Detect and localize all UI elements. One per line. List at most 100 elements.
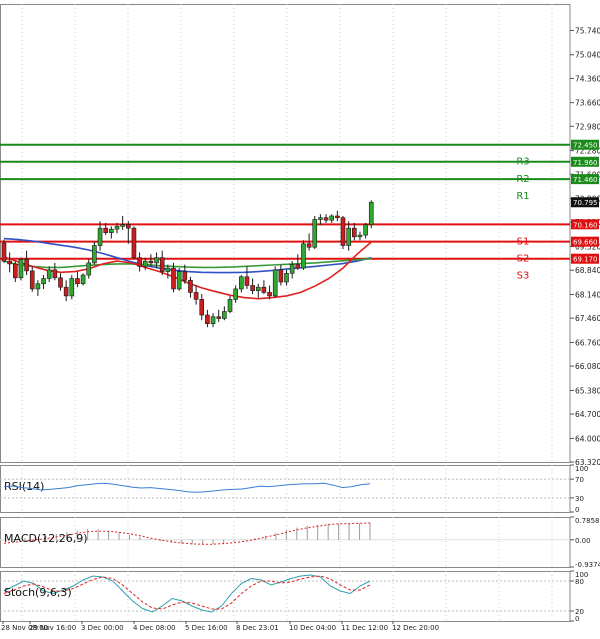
candle-body [103,227,108,233]
x-axis-label: 8 Dec 23:01 [236,624,279,632]
candle-body [250,285,255,291]
chart-root: 75.74075.04074.36073.66072.98072.28071.6… [0,0,600,635]
stoch-tick-label: 0 [575,615,579,623]
price-tick-label: 65.380 [575,386,600,395]
candle-body [13,263,18,279]
candle-body [159,257,165,272]
rsi-panel-frame [0,465,571,513]
candle-body [154,257,159,264]
x-axis-label: 3 Dec 00:00 [81,624,124,632]
candle-body [357,234,363,238]
candle-body [323,217,329,221]
moving-average-red [3,241,372,300]
candle-body [148,260,154,264]
x-axis-label: 4 Dec 08:00 [133,624,176,632]
candle-body [346,227,351,246]
price-tick-label: 75.740 [575,26,600,35]
candle-body [312,219,318,248]
candle-body [284,273,289,283]
price-tick-label: 73.660 [575,99,600,108]
candle-body [52,269,58,279]
candle-body [261,286,267,293]
level-price-label-s1: 70.160 [573,221,598,229]
candle-body [199,299,205,316]
candle-body [1,242,7,262]
macd-title: MACD(12,26,9) [4,532,88,545]
candle-body [109,228,114,233]
candle-body [114,226,120,230]
candle-body [301,243,306,269]
level-name-s3: S3 [517,271,530,282]
x-axis-label: 12 Dec 20:00 [392,624,439,632]
candle-body [368,201,374,225]
candle-body [205,314,210,324]
rsi-tick-label: 70 [575,476,584,484]
rsi-tick-label: 100 [575,465,588,473]
candle-body [278,269,284,283]
main-panel-frame [0,4,571,463]
price-tick-label: 66.760 [575,338,600,347]
candle-body [126,224,131,229]
macd-tick-label: -0.9374 [575,561,600,569]
candle-body [18,259,24,279]
candle-body [86,262,92,276]
current-price-label: 70.795 [573,199,598,207]
trading-chart[interactable]: 75.74075.04074.36073.66072.98072.28071.6… [0,0,600,635]
candle-body [63,286,69,297]
candle-body [182,271,188,281]
price-tick-label: 68.840 [575,266,600,275]
level-price-label-r3: 72.450 [573,142,598,150]
candle-body [329,215,335,221]
candle-body [120,224,125,227]
candle-body [267,292,272,297]
candle-body [46,269,52,279]
candle-body [239,276,244,290]
candle-body [58,277,63,288]
candle-body [272,269,278,297]
candle-body [24,259,29,272]
candle-body [137,257,142,267]
price-tick-label: 66.080 [575,362,600,371]
x-axis-label: 29 Nov 16:00 [29,624,76,632]
candle-body [142,260,148,267]
x-axis-label: 10 Dec 04:00 [289,624,336,632]
stoch-tick-label: 80 [575,578,584,586]
candle-body [306,243,312,248]
candle-body [227,299,233,312]
price-tick-label: 72.980 [575,122,600,131]
candle-body [69,278,75,297]
candle-body [165,267,171,272]
candle-body [35,283,41,290]
candle-body [255,286,261,291]
level-price-label-r2: 71.960 [573,159,598,167]
candle-body [363,224,368,236]
candle-body [7,260,12,265]
candle-body [193,292,199,300]
candle-body [210,316,216,324]
candle-body [171,267,176,290]
price-tick-label: 64.700 [575,410,600,419]
rsi-tick-label: 30 [575,495,584,503]
x-axis-label: 5 Dec 16:00 [185,624,228,632]
price-tick-label: 68.140 [575,291,600,300]
stoch-title: Stoch(9,6,3) [4,586,72,599]
candle-body [216,316,221,319]
price-tick-label: 74.360 [575,74,600,83]
candle-body [29,270,35,290]
level-price-label-s2: 69.660 [573,239,598,247]
level-name-r1: R1 [516,191,529,202]
price-tick-label: 75.040 [575,51,600,60]
candle-body [131,227,137,258]
candle-body [351,227,357,238]
candle-body [295,264,301,269]
rsi-line [3,482,371,493]
candle-body [75,278,80,285]
candle-body [340,217,346,246]
candle-body [233,288,238,300]
candle-body [222,311,227,319]
candle-body [92,245,97,264]
rsi-tick-label: 0 [575,506,579,514]
level-price-label-s3: 69.170 [573,256,598,264]
candle-body [41,278,46,285]
candle-body [188,279,193,293]
